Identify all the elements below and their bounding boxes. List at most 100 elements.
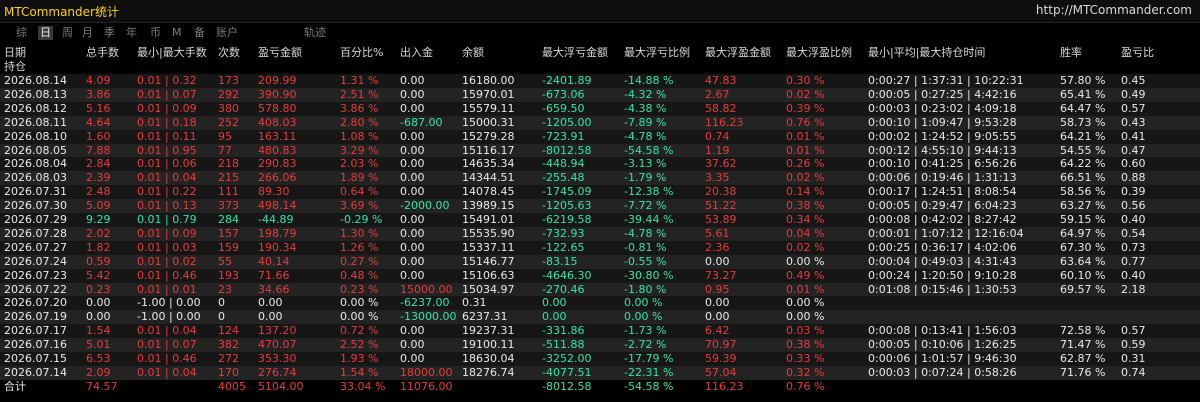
table-row[interactable]: 2026.07.15 6.53 0.01 | 0.46 272 353.30 1.93 %… xyxy=(0,352,1200,366)
website-link[interactable]: http://MTCommander.com xyxy=(1036,3,1192,17)
cell-lot-range: 0.01 | 0.22 xyxy=(137,185,197,199)
cell-balance: 15491.01 xyxy=(462,213,515,226)
table-row[interactable]: 2026.08.04 2.84 0.01 | 0.06 218 290.83 2.03 %… xyxy=(0,157,1200,172)
cell-profit-loss-ratio: 0.40 xyxy=(1121,268,1146,282)
cell-balance: 0.31 xyxy=(462,296,487,310)
table-row[interactable]: 2026.07.28 2.02 0.01 | 0.09 157 198.79 1.30 %… xyxy=(0,226,1200,241)
cell-max-floating-profit-ratio: 0.02 % xyxy=(786,87,825,101)
table-row[interactable]: 2026.08.10 1.60 0.01 | 0.11 95 163.11 1.08 % 0… xyxy=(0,129,1200,144)
table-row[interactable]: 2026.07.20 0.00 -1.00 | 0.00 0 0.00 0.00 % -62… xyxy=(0,296,1200,311)
cell-profit-amount: 89.30 xyxy=(258,185,290,199)
column-header-max-floating-loss[interactable]: 最大浮亏金额 xyxy=(542,44,608,60)
table-row[interactable]: 2026.07.16 5.01 0.01 | 0.07 382 470.07 2.52 %… xyxy=(0,338,1200,353)
cell-profit-percent: 2.03 % xyxy=(340,157,379,171)
table-row[interactable]: 2026.07.23 5.42 0.01 | 0.46 193 71.66 0.48 % 0… xyxy=(0,268,1200,283)
total-profit-amount: 5104.00 xyxy=(258,379,304,393)
cell-lot-range: 0.01 | 0.04 xyxy=(137,171,197,185)
column-header-holding-time[interactable]: 最小|平均|最大持仓时间 xyxy=(868,44,985,60)
table-row[interactable]: 2026.08.05 7.88 0.01 | 0.95 77 480.83 3.29 % 0… xyxy=(0,143,1200,158)
cell-holding-time: 0:00:27 | 1:37:31 | 10:22:31 xyxy=(868,74,1024,87)
table-row[interactable]: 2026.07.30 5.09 0.01 | 0.13 373 498.14 3.69 %… xyxy=(0,199,1200,214)
cell-max-floating-profit: 0.95 xyxy=(705,282,730,296)
cell-win-rate: 66.51 % xyxy=(1060,171,1106,185)
table-header: 日期 总手数 最小|最大手数 次数 盈亏金额 百分比% 出入金 余额 最大浮亏金额 最大浮亏比例最… xyxy=(0,42,1200,73)
cell-max-floating-loss: -1745.09 xyxy=(542,185,592,199)
tab-month[interactable]: 月 xyxy=(80,26,95,40)
cell-trade-count: 292 xyxy=(218,87,239,101)
tab-track[interactable]: 轨迹 xyxy=(302,26,328,40)
cell-lot-range: -1.00 | 0.00 xyxy=(137,296,201,310)
table-row[interactable]: 2026.07.17 1.54 0.01 | 0.04 124 137.20 0.72 %… xyxy=(0,324,1200,339)
cell-max-floating-loss-ratio: -0.81 % xyxy=(624,240,667,254)
column-header-profit-amount[interactable]: 盈亏金额 xyxy=(258,44,302,60)
column-header-profit-percent[interactable]: 百分比% xyxy=(340,44,383,60)
cell-trade-count: 0 xyxy=(218,296,225,310)
tab-account[interactable]: 账户 xyxy=(214,26,240,40)
column-header-max-floating-loss-ratio[interactable]: 最大浮亏比例 xyxy=(624,44,690,60)
cell-max-floating-profit: 0.00 xyxy=(705,296,730,310)
table-row[interactable]: 2026.08.03 2.39 0.01 | 0.04 215 266.06 1.89 %… xyxy=(0,171,1200,186)
cell-holding-time: 0:00:10 | 1:09:47 | 9:53:28 xyxy=(868,115,1017,129)
cell-max-floating-loss: 0.00 xyxy=(542,296,567,310)
cell-max-floating-profit: 6.42 xyxy=(705,324,730,338)
cell-balance: 13989.15 xyxy=(462,199,515,213)
column-header-deposit-withdraw[interactable]: 出入金 xyxy=(400,44,433,60)
column-header-balance[interactable]: 余额 xyxy=(462,44,484,60)
table-row[interactable]: 2026.08.12 5.16 0.01 | 0.09 380 578.80 3.86 %… xyxy=(0,101,1200,116)
cell-total-lots: 5.16 xyxy=(86,101,111,115)
cell-deposit-withdraw: 0.00 xyxy=(400,226,425,240)
table-row[interactable]: 2026.07.27 1.82 0.01 | 0.03 159 190.34 1.26 %… xyxy=(0,240,1200,255)
tab-quarter[interactable]: 季 xyxy=(102,26,117,40)
column-header-win-rate[interactable]: 胜率 xyxy=(1060,44,1082,60)
tab-summary[interactable]: 综 xyxy=(14,26,29,40)
tab-currency[interactable]: 币 xyxy=(148,26,163,40)
cell-date: 2026.08.10 xyxy=(4,129,67,143)
cell-max-floating-profit-ratio: 0.26 % xyxy=(786,157,825,171)
cell-profit-amount: 470.07 xyxy=(258,338,297,352)
column-header-lot-range[interactable]: 最小|最大手数 xyxy=(137,44,207,60)
tab-note[interactable]: 备 xyxy=(192,26,207,40)
cell-profit-percent: 1.93 % xyxy=(340,352,379,365)
cell-max-floating-loss: -448.94 xyxy=(542,157,585,171)
cell-trade-count: 382 xyxy=(218,338,239,352)
cell-profit-amount: 390.90 xyxy=(258,87,297,101)
cell-trade-count: 218 xyxy=(218,157,239,171)
tab-week[interactable]: 周 xyxy=(60,26,75,40)
cell-profit-amount: 0.00 xyxy=(258,310,283,324)
cell-lot-range: 0.01 | 0.07 xyxy=(137,87,197,101)
column-header-total-lots[interactable]: 总手数 xyxy=(86,44,119,60)
cell-holding-time: 0:00:01 | 1:07:12 | 12:16:04 xyxy=(868,226,1024,240)
cell-lot-range: 0.01 | 0.09 xyxy=(137,101,197,115)
column-header-max-floating-profit[interactable]: 最大浮盈金额 xyxy=(705,44,771,60)
table-row[interactable]: 2026.07.14 2.09 0.01 | 0.04 170 276.74 1.54 %… xyxy=(0,365,1200,380)
cell-max-floating-profit-ratio: 0.14 % xyxy=(786,185,825,199)
cell-profit-percent: 3.69 % xyxy=(340,199,379,213)
cell-balance: 19100.11 xyxy=(462,338,515,352)
cell-total-lots: 4.64 xyxy=(86,115,111,129)
cell-max-floating-loss-ratio: -0.55 % xyxy=(624,254,667,268)
total-max-floating-profit-ratio: 0.76 % xyxy=(786,379,825,393)
table-row[interactable]: 2026.08.13 3.86 0.01 | 0.07 292 390.90 2.51 %… xyxy=(0,87,1200,102)
cell-profit-percent: 1.08 % xyxy=(340,129,379,143)
column-header-profit-loss-ratio[interactable]: 盈亏比 xyxy=(1121,44,1154,60)
table-row[interactable]: 2026.07.24 0.59 0.01 | 0.02 55 40.14 0.27 % 0.… xyxy=(0,254,1200,269)
table-row[interactable]: 2026.07.31 2.48 0.01 | 0.22 111 89.30 0.64 % 0… xyxy=(0,185,1200,200)
column-header-trade-count[interactable]: 次数 xyxy=(218,44,240,60)
cell-profit-percent: 0.00 % xyxy=(340,296,379,310)
cell-max-floating-profit: 51.22 xyxy=(705,199,737,213)
tab-magic[interactable]: M xyxy=(170,26,184,40)
table-row[interactable]: 2026.07.22 0.23 0.01 | 0.01 23 34.66 0.23 % 15… xyxy=(0,282,1200,297)
cell-max-floating-profit: 5.61 xyxy=(705,226,730,240)
table-row[interactable]: 2026.08.11 4.64 0.01 | 0.18 252 408.03 2.80 %… xyxy=(0,115,1200,130)
tab-year[interactable]: 年 xyxy=(124,26,139,40)
table-row[interactable]: 2026.07.29 9.29 0.01 | 0.79 284 -44.89 -0.29 … xyxy=(0,213,1200,227)
cell-holding-time: 0:00:05 | 0:27:25 | 4:42:16 xyxy=(868,87,1017,101)
table-row[interactable]: 2026.08.14 4.09 0.01 | 0.32 173 209.99 1.31 %… xyxy=(0,74,1200,88)
tab-day[interactable]: 日 xyxy=(38,26,53,40)
column-header-max-floating-profit-ratio[interactable]: 最大浮盈比例 xyxy=(786,44,852,60)
cell-max-floating-loss-ratio: -1.79 % xyxy=(624,171,667,185)
cell-date: 2026.08.04 xyxy=(4,157,67,171)
cell-win-rate: 60.10 % xyxy=(1060,268,1106,282)
table-row[interactable]: 2026.07.19 0.00 -1.00 | 0.00 0 0.00 0.00 % -13… xyxy=(0,310,1200,325)
cell-trade-count: 380 xyxy=(218,101,239,115)
